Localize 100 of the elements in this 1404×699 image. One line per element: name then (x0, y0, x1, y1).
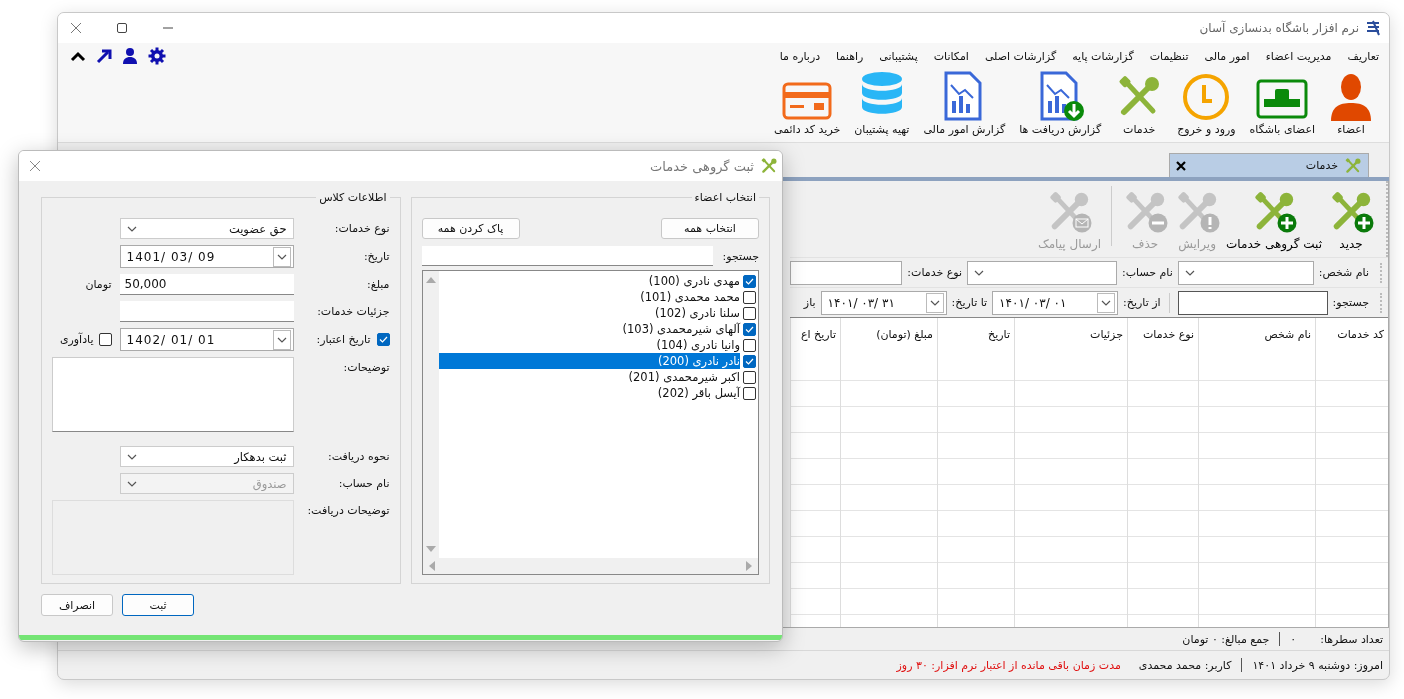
chevron-down-icon (126, 453, 137, 460)
chevron-down-icon (126, 480, 137, 487)
date-picker[interactable]: ۱۴۰۱/ ۰۳/ ۰۱ (992, 290, 1119, 315)
field-label: تاریخ اعتبار: (316, 333, 371, 346)
window-title: نرم افزار باشگاه بدنسازی آسان (1199, 21, 1359, 35)
chevron-down-icon (276, 253, 287, 260)
ribbon-button[interactable]: گزارش امور مالی (921, 71, 1008, 136)
member-item[interactable]: آلهای شیرمحمدی (103) (622, 321, 740, 337)
member-item[interactable]: سلنا نادری (102) (654, 305, 740, 321)
ribbon-button[interactable]: خدمات (1113, 73, 1166, 136)
toolbar-button[interactable]: جدید (1328, 189, 1374, 251)
close-icon[interactable] (1176, 160, 1186, 171)
current-user: کاربر: محمد محمدی (1138, 658, 1232, 672)
checkbox[interactable] (743, 386, 756, 400)
member-item[interactable]: وانیا نادری (104) (656, 337, 740, 353)
user-icon[interactable] (122, 47, 138, 65)
plus-icon (1277, 213, 1298, 233)
ribbon-button[interactable]: اعضاء (1327, 73, 1375, 136)
field-label: نوع خدمات: (334, 222, 390, 235)
settings-icon[interactable] (148, 47, 166, 65)
checkbox[interactable] (376, 333, 390, 346)
field-label: مبلغ: (367, 278, 390, 291)
menu-item[interactable]: راهنما (836, 49, 864, 63)
chevron-down-icon (974, 269, 984, 276)
checkbox[interactable] (743, 322, 756, 336)
search-field[interactable] (1177, 290, 1328, 315)
chevron-down-icon (929, 299, 940, 306)
search-field[interactable] (421, 246, 713, 266)
date-picker[interactable]: 1402/ 01/ 01 (119, 328, 294, 351)
member-item[interactable]: محمد محمدی (101) (640, 289, 740, 305)
dropdown[interactable]: حق عضویت (119, 218, 294, 239)
member-item[interactable]: آیسل باقر (202) (657, 385, 740, 401)
field-label: جستجو: (722, 249, 759, 263)
person-icon (1329, 73, 1373, 121)
column-header[interactable]: تاریخ (937, 318, 1015, 381)
field-label: جزئیات خدمات: (317, 305, 390, 318)
row-count-label: تعداد سطرها: (1320, 632, 1383, 646)
column-header[interactable]: مبلغ (تومان) (840, 318, 938, 381)
ribbon-button[interactable]: ورود و خروج (1175, 73, 1238, 136)
field-label: جستجو: (1332, 296, 1369, 309)
column-header[interactable]: کد خدمات (1315, 318, 1388, 381)
menu-item[interactable]: گزارشات اصلی (984, 49, 1057, 63)
input-field[interactable] (119, 301, 294, 322)
dialog-title: ثبت گروهی خدمات (650, 158, 754, 174)
checkbox[interactable] (98, 333, 112, 346)
select-all-button[interactable]: انتخاب همه (661, 218, 759, 239)
caret-up-icon[interactable] (70, 50, 86, 62)
envelope-icon (1072, 213, 1093, 233)
tab[interactable]: خدمات (1169, 153, 1369, 177)
maximize-icon[interactable] (116, 22, 128, 34)
dialog-button[interactable]: انصراف (41, 594, 113, 616)
arrow-up-right-icon[interactable] (96, 48, 112, 64)
checkbox[interactable] (743, 290, 756, 304)
menu-item[interactable]: تعاریف (1347, 49, 1379, 63)
group-title: انتخاب اعضاء (693, 191, 757, 204)
field-label: نام شخص: (1318, 266, 1369, 279)
ribbon-button[interactable]: خرید کد دائمی (772, 81, 843, 136)
field-label: توضیحات: (343, 361, 390, 374)
column-header[interactable]: نام شخص (1198, 318, 1316, 381)
date-picker[interactable]: 1401/ 03/ 09 (119, 245, 294, 268)
column-header[interactable]: تاریخ اع (790, 318, 841, 381)
group-title: اطلاعات کلاس (318, 191, 388, 204)
exclamation-icon (1200, 213, 1221, 233)
menu-item[interactable]: تنظیمات (1149, 49, 1189, 63)
credit-card-icon (782, 81, 833, 121)
field-label: نوع خدمات: (907, 266, 962, 279)
menu-item[interactable]: مدیریت اعضاء (1265, 49, 1332, 63)
chevron-down-icon (126, 225, 137, 232)
menu-item[interactable]: امکانات (933, 49, 969, 63)
dropdown[interactable]: ثبت بدهکار (119, 446, 294, 467)
tools-icon (1344, 156, 1362, 175)
menu-item[interactable]: پشتیبانی (879, 49, 918, 63)
menu-item[interactable]: امور مالی (1204, 49, 1250, 63)
clear-all-button[interactable]: پاک کردن همه (421, 218, 520, 239)
checkbox[interactable] (743, 370, 756, 384)
checkbox[interactable] (743, 274, 756, 288)
toolbar-button[interactable]: ثبت گروهی خدمات (1226, 189, 1322, 251)
checkbox[interactable] (743, 338, 756, 352)
today-date: امروز: دوشنبه ۹ خرداد ۱۴۰۱ (1252, 658, 1383, 672)
field-label: توضیحات دریافت: (307, 504, 390, 517)
field-label: تاریخ: (363, 250, 390, 263)
id-card-icon (1256, 77, 1309, 121)
member-item[interactable]: نادر نادری (200) (438, 353, 740, 369)
app-logo-icon (1365, 20, 1381, 36)
date-picker[interactable]: ۱۴۰۱/ ۰۳/ ۳۱ (820, 290, 947, 315)
menu-item[interactable]: گزارشات پایه (1072, 49, 1134, 63)
ribbon-button[interactable]: گزارش دریافت ها (1017, 71, 1104, 136)
checkbox[interactable] (743, 306, 756, 320)
input-field[interactable]: 50,000 (119, 274, 294, 295)
column-header[interactable]: نوع خدمات (1127, 318, 1199, 381)
input-field[interactable] (790, 260, 903, 285)
checkbox[interactable] (743, 354, 756, 368)
member-item[interactable]: اکبر شیرمحمدی (201) (628, 369, 740, 385)
member-item[interactable]: مهدی نادری (100) (648, 273, 740, 289)
ribbon-button[interactable]: تهیه پشتیبان (852, 71, 912, 136)
dialog-button[interactable]: ثبت (122, 594, 194, 616)
column-header[interactable]: جزئیات (1014, 318, 1128, 381)
ribbon-button[interactable]: اعضای باشگاه (1247, 77, 1317, 136)
unit-label: تومان (85, 278, 112, 291)
menu-item[interactable]: درباره ما (779, 49, 821, 63)
